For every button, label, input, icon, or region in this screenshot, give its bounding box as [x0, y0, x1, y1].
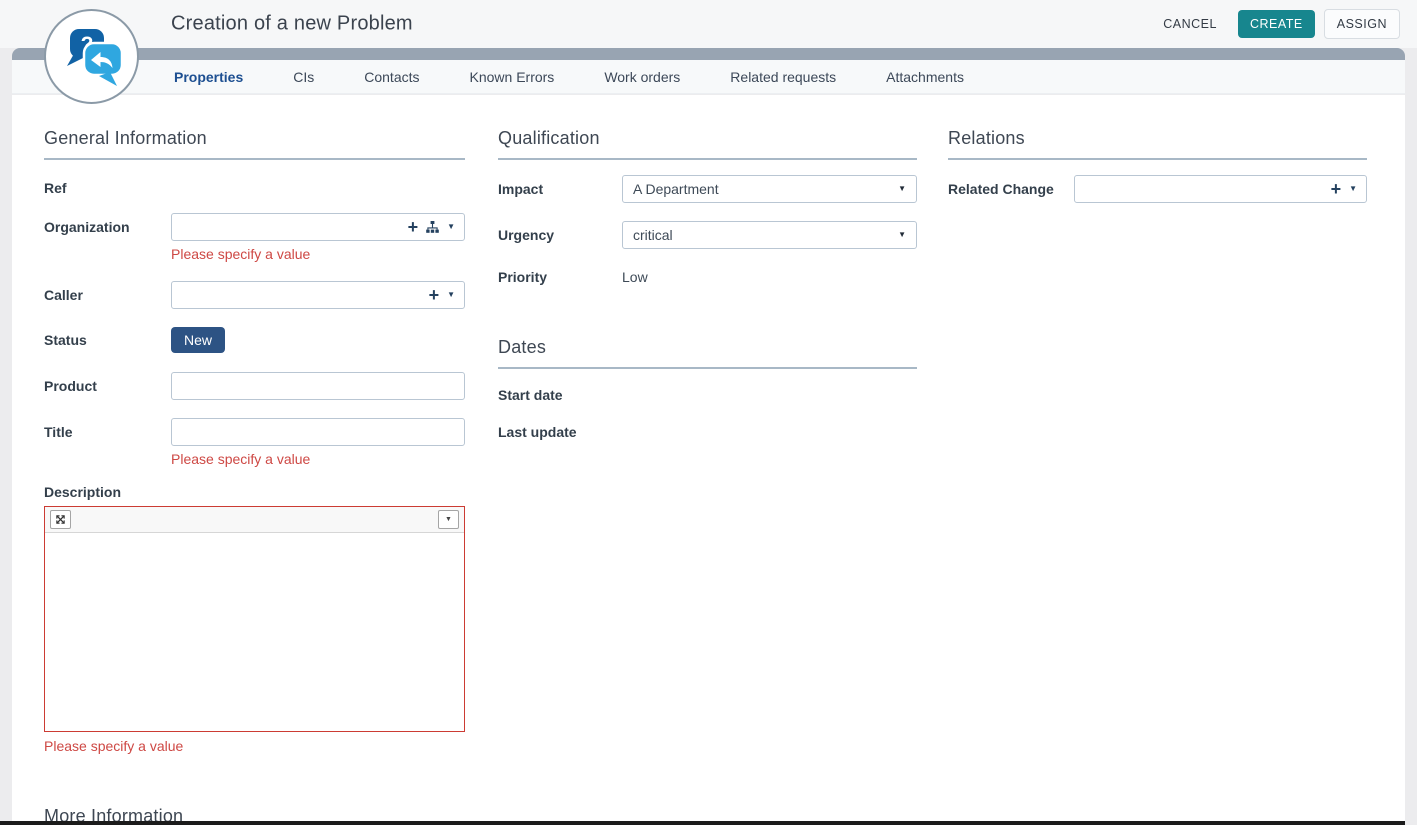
- hierarchy-icon[interactable]: [426, 221, 439, 233]
- organization-error: Please specify a value: [171, 246, 465, 262]
- bottom-strip: [0, 821, 1405, 825]
- page-title: Creation of a new Problem: [171, 13, 413, 36]
- status-row: Status New: [44, 326, 465, 354]
- title-input[interactable]: [180, 419, 455, 445]
- toolbar-dropdown-button[interactable]: ▼: [438, 510, 459, 529]
- tab-bar: Properties CIs Contacts Known Errors Wor…: [12, 60, 1405, 94]
- organization-row: Organization + ▼: [44, 213, 465, 241]
- description-editor-toolbar: ▼: [45, 507, 464, 533]
- tab-cis[interactable]: CIs: [293, 69, 314, 85]
- product-field: [171, 372, 465, 400]
- ref-label: Ref: [44, 180, 171, 196]
- title-label: Title: [44, 424, 171, 440]
- section-title-dates: Dates: [498, 289, 917, 369]
- title-field: [171, 418, 465, 446]
- caller-input[interactable]: [180, 282, 421, 308]
- impact-select[interactable]: A Department ▼: [622, 175, 917, 203]
- tab-work-orders[interactable]: Work orders: [604, 69, 680, 85]
- start-date-row: Start date: [498, 387, 917, 407]
- last-update-row: Last update: [498, 424, 917, 444]
- general-information-section: General Information Ref Organization +: [44, 95, 465, 825]
- priority-value: Low: [622, 269, 648, 285]
- header: Creation of a new Problem CANCEL CREATE …: [0, 0, 1417, 48]
- tab-contacts[interactable]: Contacts: [364, 69, 419, 85]
- related-change-label: Related Change: [948, 181, 1074, 197]
- chevron-down-icon: ▼: [445, 516, 452, 523]
- description-editor: ▼: [44, 506, 465, 732]
- status-badge: New: [171, 327, 225, 353]
- section-title-relations: Relations: [948, 95, 1367, 160]
- maximize-button[interactable]: [50, 510, 71, 529]
- problem-logo: ?: [44, 9, 139, 104]
- section-title-qualification: Qualification: [498, 95, 917, 160]
- urgency-select[interactable]: critical ▼: [622, 221, 917, 249]
- panel-top-bar: [12, 48, 1405, 60]
- header-actions: CANCEL CREATE ASSIGN: [1151, 0, 1400, 48]
- description-input[interactable]: [45, 533, 464, 732]
- urgency-label: Urgency: [498, 227, 622, 243]
- relations-section: Relations Related Change + ▼: [948, 95, 1367, 221]
- start-date-label: Start date: [498, 387, 622, 403]
- tab-known-errors[interactable]: Known Errors: [470, 69, 555, 85]
- chevron-down-icon[interactable]: ▼: [447, 291, 455, 299]
- impact-label: Impact: [498, 181, 622, 197]
- plus-icon[interactable]: +: [429, 286, 440, 304]
- organization-field: + ▼: [171, 213, 465, 241]
- form-content: General Information Ref Organization +: [12, 95, 1405, 825]
- qualification-section: Qualification Impact A Department ▼ Urge…: [498, 95, 917, 462]
- chevron-down-icon: ▼: [898, 231, 906, 239]
- caller-label: Caller: [44, 287, 171, 303]
- product-input[interactable]: [180, 373, 455, 399]
- title-error: Please specify a value: [171, 451, 465, 467]
- related-change-row: Related Change + ▼: [948, 175, 1367, 203]
- priority-label: Priority: [498, 269, 622, 285]
- chevron-down-icon[interactable]: ▼: [1349, 185, 1357, 193]
- urgency-select-value: critical: [633, 227, 673, 243]
- organization-input[interactable]: [180, 214, 400, 240]
- plus-icon[interactable]: +: [408, 218, 419, 236]
- organization-label: Organization: [44, 219, 171, 235]
- description-error: Please specify a value: [44, 738, 465, 754]
- assign-button[interactable]: ASSIGN: [1324, 9, 1400, 40]
- priority-row: Priority Low: [498, 269, 917, 289]
- tab-attachments[interactable]: Attachments: [886, 69, 964, 85]
- title-row: Title: [44, 418, 465, 446]
- impact-row: Impact A Department ▼: [498, 175, 917, 203]
- chevron-down-icon[interactable]: ▼: [447, 223, 455, 231]
- description-label: Description: [44, 484, 465, 500]
- cancel-button[interactable]: CANCEL: [1151, 10, 1229, 39]
- caller-row: Caller + ▼: [44, 281, 465, 309]
- ref-row: Ref: [44, 180, 465, 200]
- plus-icon[interactable]: +: [1331, 180, 1342, 198]
- create-button[interactable]: CREATE: [1238, 10, 1315, 39]
- problem-bubbles-icon: ?: [60, 26, 124, 88]
- last-update-label: Last update: [498, 424, 622, 440]
- tab-related-requests[interactable]: Related requests: [730, 69, 836, 85]
- product-label: Product: [44, 378, 171, 394]
- impact-select-value: A Department: [633, 181, 719, 197]
- section-title-general: General Information: [44, 95, 465, 160]
- related-change-field: + ▼: [1074, 175, 1367, 203]
- product-row: Product: [44, 372, 465, 400]
- chevron-down-icon: ▼: [898, 185, 906, 193]
- caller-field: + ▼: [171, 281, 465, 309]
- maximize-icon: [55, 514, 66, 525]
- status-label: Status: [44, 332, 171, 348]
- urgency-row: Urgency critical ▼: [498, 221, 917, 249]
- related-change-input[interactable]: [1083, 176, 1323, 202]
- tab-properties[interactable]: Properties: [174, 69, 243, 85]
